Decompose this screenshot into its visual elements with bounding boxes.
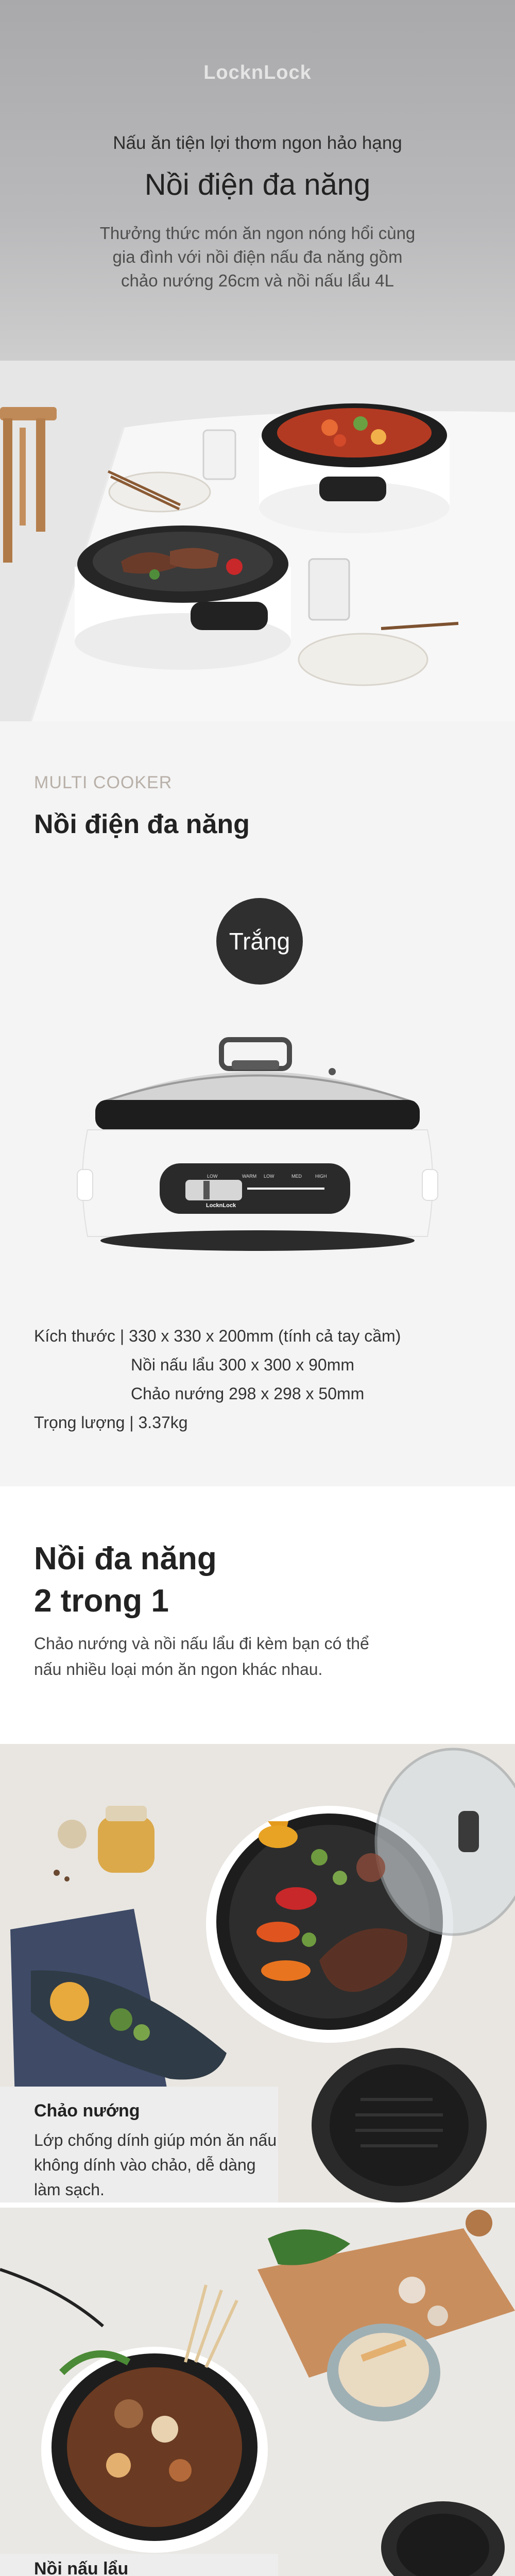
spec-line-grill: Chảo nướng 298 x 298 x 50mm: [131, 1384, 365, 1403]
back-hotpot-cooker-image: [259, 403, 450, 533]
two-in-one-description: Chảo nướng và nồi nấu lẩu đi kèm bạn có …: [34, 1634, 369, 1679]
hero-subtitle: Nấu ăn tiện lợi thơm ngon hảo hạng: [113, 133, 402, 153]
panel-label: WARM: [242, 1174, 257, 1179]
spec-title: Nồi điện đa năng: [34, 809, 250, 839]
hero-description-line: gia đình với nồi điện nấu đa năng gồm: [112, 247, 403, 266]
spec-eyebrow: MULTI COOKER: [34, 773, 173, 792]
panel-label: MED: [291, 1174, 302, 1179]
multi-cooker-product-image: [77, 1037, 438, 1251]
section-divider: [0, 2202, 515, 2208]
hero-title: Nồi điện đa năng: [144, 168, 371, 201]
hero-section: LocknLock Nấu ăn tiện lợi thơm ngon hảo …: [0, 0, 515, 721]
product-brand-label: LocknLock: [206, 1202, 236, 1209]
grill-pan-section: Chảo nướng Lớp chống dính giúp món ăn nấ…: [0, 1744, 515, 2202]
grill-caption-box: Chảo nướng Lớp chống dính giúp món ăn nấ…: [0, 2087, 278, 2202]
panel-label: LOW: [207, 1174, 218, 1179]
hotpot-caption-title: Nồi nấu lẩu: [34, 2559, 129, 2576]
grill-caption-description: Lớp chống dính giúp món ăn nấu không dín…: [34, 2131, 277, 2199]
grill-caption-title: Chảo nướng: [34, 2101, 140, 2121]
front-grill-cooker-image: [75, 526, 291, 670]
hotpot-section: Nồi nấu lẩu: [0, 2208, 515, 2576]
color-option-badge[interactable]: Trắng: [216, 898, 303, 985]
panel-label: HIGH: [315, 1174, 327, 1179]
two-in-one-section: Nồi đa năng 2 trong 1 Chảo nướng và nồi …: [0, 1486, 515, 1744]
spec-section: MULTI COOKER Nồi điện đa năng Trắng LOW …: [0, 721, 515, 1486]
spec-line-weight: Trọng lượng | 3.37kg: [34, 1413, 188, 1432]
spec-list: Kích thước | 330 x 330 x 200mm (tính cả …: [34, 1321, 401, 1437]
spec-line-hotpot: Nồi nấu lẩu 300 x 300 x 90mm: [131, 1355, 355, 1374]
brand-logo: LocknLock: [203, 62, 312, 83]
panel-label: LOW: [264, 1174, 274, 1179]
hero-description-line: Thưởng thức món ăn ngon nóng hổi cùng: [99, 224, 416, 243]
spec-line-size: Kích thước | 330 x 330 x 200mm (tính cả …: [34, 1327, 401, 1345]
hero-dining-scene-image: [0, 361, 515, 721]
hotpot-photo: [0, 2208, 515, 2576]
two-in-one-title: Nồi đa năng 2 trong 1: [34, 1541, 217, 1619]
hotpot-caption-box: Nồi nấu lẩu: [0, 2554, 278, 2576]
hero-description-line: chảo nướng 26cm và nồi nấu lẩu 4L: [121, 271, 394, 290]
hero-description: Thưởng thức món ăn ngon nóng hổi cùng gi…: [0, 222, 515, 293]
